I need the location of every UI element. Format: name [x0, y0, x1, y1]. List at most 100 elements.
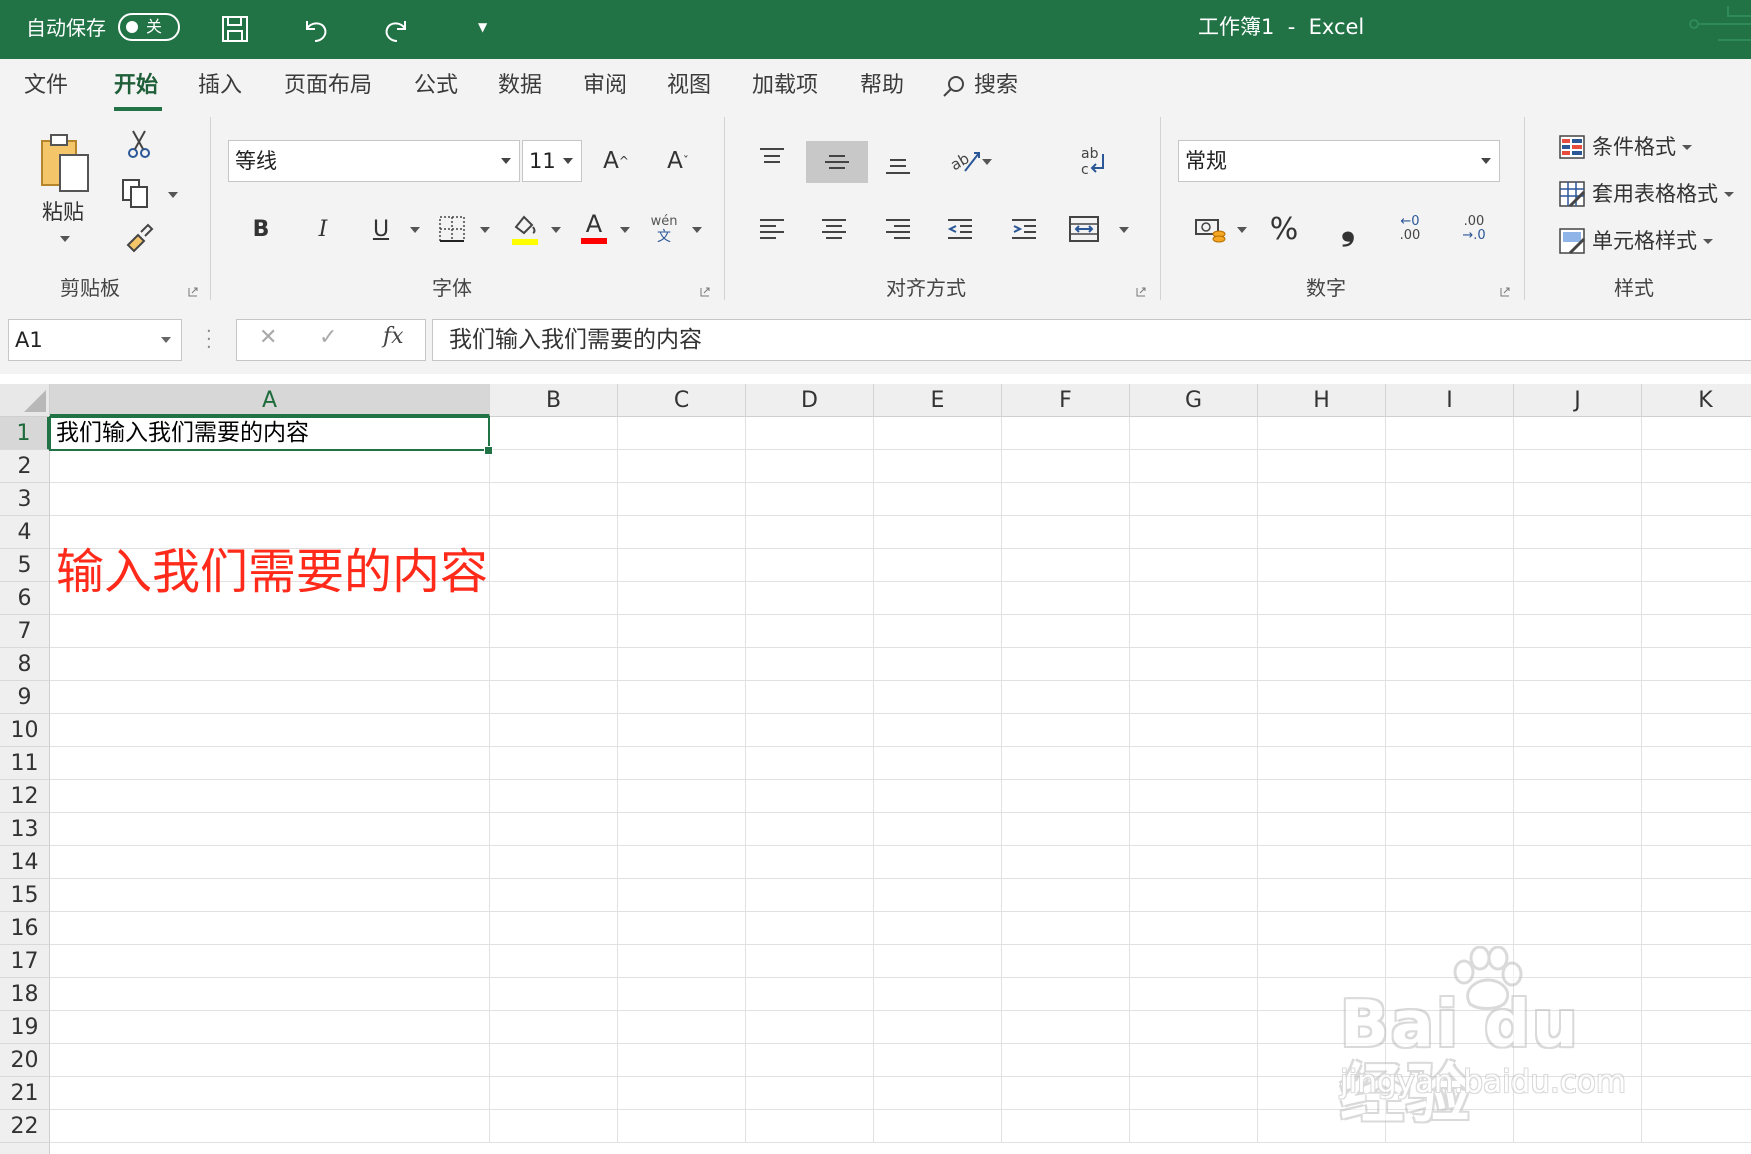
- cell-j16[interactable]: [1514, 912, 1642, 945]
- row-header-10[interactable]: 10: [0, 714, 50, 747]
- cell-k7[interactable]: [1642, 615, 1751, 648]
- format-as-table-button[interactable]: 套用表格格式: [1558, 180, 1734, 208]
- cell-h15[interactable]: [1258, 879, 1386, 912]
- phonetic-dropdown-icon[interactable]: [692, 227, 702, 233]
- cell-j9[interactable]: [1514, 681, 1642, 714]
- cell-i3[interactable]: [1386, 483, 1514, 516]
- row-header-2[interactable]: 2: [0, 450, 50, 483]
- cell-j15[interactable]: [1514, 879, 1642, 912]
- font-name-box[interactable]: 等线: [228, 140, 520, 182]
- paste-label[interactable]: 粘贴: [42, 199, 84, 225]
- cell-d6[interactable]: [746, 582, 874, 615]
- paste-dropdown-icon[interactable]: [60, 236, 70, 242]
- cell-h6[interactable]: [1258, 582, 1386, 615]
- cell-h14[interactable]: [1258, 846, 1386, 879]
- cell-c19[interactable]: [618, 1011, 746, 1044]
- row-header-18[interactable]: 18: [0, 978, 50, 1011]
- cell-f16[interactable]: [1002, 912, 1130, 945]
- column-header-e[interactable]: E: [874, 384, 1002, 417]
- cell-a22[interactable]: [50, 1110, 490, 1143]
- cell-d16[interactable]: [746, 912, 874, 945]
- tab-formulas[interactable]: 公式: [414, 71, 458, 101]
- cell-h10[interactable]: [1258, 714, 1386, 747]
- cell-e1[interactable]: [874, 417, 1002, 450]
- orientation-icon[interactable]: ab: [944, 141, 984, 179]
- cell-f13[interactable]: [1002, 813, 1130, 846]
- cell-i9[interactable]: [1386, 681, 1514, 714]
- tab-data[interactable]: 数据: [498, 71, 542, 101]
- cell-b11[interactable]: [490, 747, 618, 780]
- column-header-j[interactable]: J: [1514, 384, 1642, 417]
- font-color-dropdown-icon[interactable]: [620, 227, 630, 233]
- cell-d17[interactable]: [746, 945, 874, 978]
- cell-f2[interactable]: [1002, 450, 1130, 483]
- cell-j2[interactable]: [1514, 450, 1642, 483]
- cell-k14[interactable]: [1642, 846, 1751, 879]
- cell-k5[interactable]: [1642, 549, 1751, 582]
- top-align-icon[interactable]: [756, 141, 788, 175]
- cell-e10[interactable]: [874, 714, 1002, 747]
- cell-e4[interactable]: [874, 516, 1002, 549]
- cell-k2[interactable]: [1642, 450, 1751, 483]
- middle-align-icon[interactable]: [806, 141, 868, 183]
- row-header-21[interactable]: 21: [0, 1077, 50, 1110]
- column-header-g[interactable]: G: [1130, 384, 1258, 417]
- cell-k13[interactable]: [1642, 813, 1751, 846]
- cell-k10[interactable]: [1642, 714, 1751, 747]
- cancel-icon[interactable]: ✕: [259, 325, 277, 350]
- increase-indent-icon[interactable]: [1008, 209, 1040, 249]
- cell-a14[interactable]: [50, 846, 490, 879]
- cell-b22[interactable]: [490, 1110, 618, 1143]
- row-header-15[interactable]: 15: [0, 879, 50, 912]
- cell-b20[interactable]: [490, 1044, 618, 1077]
- cell-c4[interactable]: [618, 516, 746, 549]
- decrease-decimal-icon[interactable]: .00 →.0: [1454, 209, 1494, 249]
- cell-a19[interactable]: [50, 1011, 490, 1044]
- cell-g19[interactable]: [1130, 1011, 1258, 1044]
- cell-b6[interactable]: [490, 582, 618, 615]
- cell-j3[interactable]: [1514, 483, 1642, 516]
- fill-color-icon[interactable]: [508, 209, 542, 249]
- accounting-dropdown-icon[interactable]: [1237, 227, 1247, 233]
- row-header-20[interactable]: 20: [0, 1044, 50, 1077]
- cell-c10[interactable]: [618, 714, 746, 747]
- row-header-7[interactable]: 7: [0, 615, 50, 648]
- font-launcher-icon[interactable]: [700, 287, 710, 297]
- cell-c2[interactable]: [618, 450, 746, 483]
- cell-c21[interactable]: [618, 1077, 746, 1110]
- cell-g5[interactable]: [1130, 549, 1258, 582]
- cell-b7[interactable]: [490, 615, 618, 648]
- copy-icon[interactable]: [118, 175, 152, 211]
- cell-f22[interactable]: [1002, 1110, 1130, 1143]
- cell-d7[interactable]: [746, 615, 874, 648]
- row-header-8[interactable]: 8: [0, 648, 50, 681]
- cell-j6[interactable]: [1514, 582, 1642, 615]
- cell-b5[interactable]: [490, 549, 618, 582]
- row-header-22[interactable]: 22: [0, 1110, 50, 1143]
- redo-icon[interactable]: [380, 12, 414, 46]
- cell-a18[interactable]: [50, 978, 490, 1011]
- cell-i4[interactable]: [1386, 516, 1514, 549]
- row-header-5[interactable]: 5: [0, 549, 50, 582]
- cell-d19[interactable]: [746, 1011, 874, 1044]
- cell-f19[interactable]: [1002, 1011, 1130, 1044]
- cell-e20[interactable]: [874, 1044, 1002, 1077]
- cell-a11[interactable]: [50, 747, 490, 780]
- cell-c20[interactable]: [618, 1044, 746, 1077]
- cell-j5[interactable]: [1514, 549, 1642, 582]
- cell-h12[interactable]: [1258, 780, 1386, 813]
- cell-d4[interactable]: [746, 516, 874, 549]
- merge-center-icon[interactable]: [1066, 209, 1102, 249]
- cell-f4[interactable]: [1002, 516, 1130, 549]
- cell-i11[interactable]: [1386, 747, 1514, 780]
- cell-c14[interactable]: [618, 846, 746, 879]
- cell-d20[interactable]: [746, 1044, 874, 1077]
- cell-a15[interactable]: [50, 879, 490, 912]
- number-launcher-icon[interactable]: [1500, 287, 1510, 297]
- cell-a8[interactable]: [50, 648, 490, 681]
- formula-input[interactable]: 我们输入我们需要的内容: [432, 319, 1751, 361]
- comma-style-icon[interactable]: ❟: [1330, 207, 1366, 249]
- cell-g17[interactable]: [1130, 945, 1258, 978]
- underline-icon[interactable]: U: [366, 209, 396, 249]
- borders-dropdown-icon[interactable]: [480, 227, 490, 233]
